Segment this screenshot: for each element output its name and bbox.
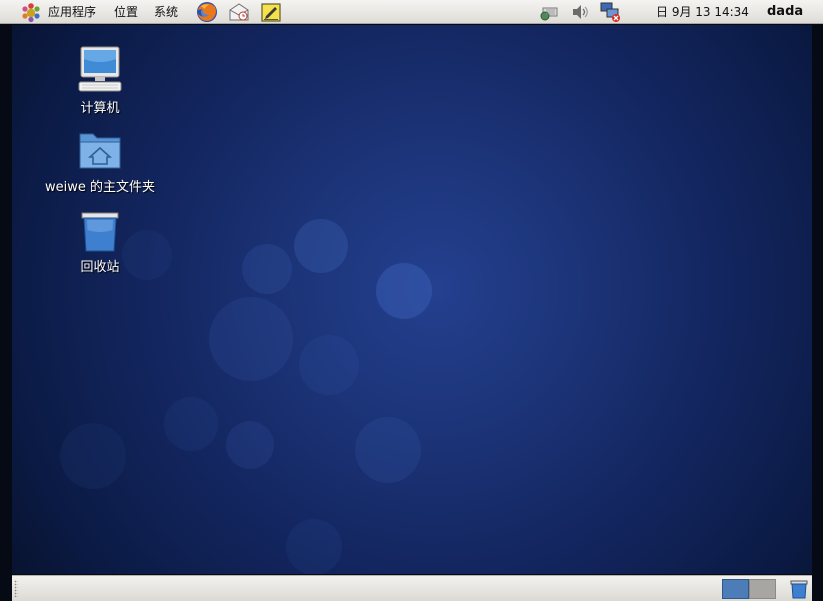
volume-icon[interactable] <box>569 1 591 23</box>
user-menu[interactable]: dada <box>767 0 803 24</box>
wallpaper-bokeh <box>164 397 218 451</box>
wallpaper-bokeh <box>226 421 274 469</box>
wallpaper-bokeh <box>242 244 292 294</box>
places-menu[interactable]: 位置 <box>114 0 138 24</box>
wallpaper-bokeh <box>60 423 126 489</box>
clock[interactable]: 日 9月 13 14:34 <box>656 0 749 24</box>
update-notifier-icon[interactable] <box>537 1 559 23</box>
wallpaper-bokeh <box>209 297 293 381</box>
wallpaper-bokeh <box>355 417 421 483</box>
network-disconnected-icon[interactable] <box>599 1 621 23</box>
wallpaper-bokeh <box>376 263 432 319</box>
desktop-icon-computer[interactable]: 计算机 <box>40 45 160 116</box>
top-panel: 应用程序 位置 系统 日 9月 13 14:34 dada <box>0 0 823 24</box>
home-folder-icon <box>79 133 121 169</box>
trash-icon <box>81 212 119 252</box>
workspace-2[interactable] <box>749 579 776 599</box>
firefox-icon[interactable] <box>196 1 218 23</box>
desktop-icon-home-folder[interactable]: weiwe 的主文件夹 <box>40 126 160 195</box>
mail-client-icon[interactable] <box>228 1 250 23</box>
wallpaper-bokeh <box>299 335 359 395</box>
computer-icon <box>78 46 122 92</box>
wallpaper-bokeh <box>286 519 342 574</box>
wallpaper-bokeh <box>294 219 348 273</box>
desktop-icon-label: weiwe 的主文件夹 <box>44 180 155 195</box>
trash-applet-icon[interactable] <box>788 578 810 600</box>
desktop-icon-trash[interactable]: 回收站 <box>40 208 160 275</box>
gnome-foot-icon[interactable] <box>20 1 42 23</box>
desktop-icon-label: 回收站 <box>80 260 120 275</box>
panel-drag-handle[interactable] <box>14 580 18 597</box>
system-menu[interactable]: 系统 <box>154 0 178 24</box>
applications-menu[interactable]: 应用程序 <box>48 0 96 24</box>
desktop-icon-label: 计算机 <box>80 101 120 116</box>
workspace-1[interactable] <box>722 579 749 599</box>
desktop: 计算机 weiwe 的主文件夹 回收站 <box>12 25 812 574</box>
bottom-panel <box>12 575 812 601</box>
notes-icon[interactable] <box>260 1 282 23</box>
